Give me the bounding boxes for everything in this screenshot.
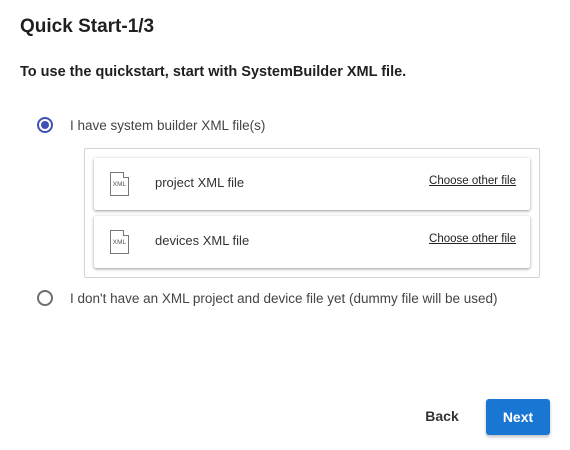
option-have-xml[interactable]: I have system builder XML file(s) xyxy=(37,117,265,133)
file-icon: XML xyxy=(110,172,129,196)
devices-xml-card: XML devices XML file Choose other file xyxy=(94,216,530,268)
file-icon: XML xyxy=(110,230,129,254)
project-xml-file-name: project XML file xyxy=(155,175,245,190)
choose-project-file-link[interactable]: Choose other file xyxy=(429,175,516,187)
radio-button-unchecked[interactable] xyxy=(37,290,53,306)
back-button[interactable]: Back xyxy=(414,399,470,433)
xml-files-panel: XML project XML file Choose other file X… xyxy=(84,148,540,278)
project-xml-card: XML project XML file Choose other file xyxy=(94,158,530,210)
dialog-subtitle: To use the quickstart, start with System… xyxy=(20,64,407,80)
option-no-xml-label: I don't have an XML project and device f… xyxy=(70,290,498,306)
dialog-title: Quick Start-1/3 xyxy=(20,16,155,37)
radio-button-checked[interactable] xyxy=(37,117,53,133)
next-button[interactable]: Next xyxy=(486,399,550,435)
devices-xml-file-name: devices XML file xyxy=(155,233,250,248)
choose-devices-file-link[interactable]: Choose other file xyxy=(429,233,516,245)
option-no-xml[interactable]: I don't have an XML project and device f… xyxy=(37,290,498,306)
radio-dot xyxy=(41,121,49,129)
quick-start-dialog: Quick Start-1/3 To use the quickstart, s… xyxy=(0,0,570,450)
option-have-xml-label: I have system builder XML file(s) xyxy=(70,117,266,133)
